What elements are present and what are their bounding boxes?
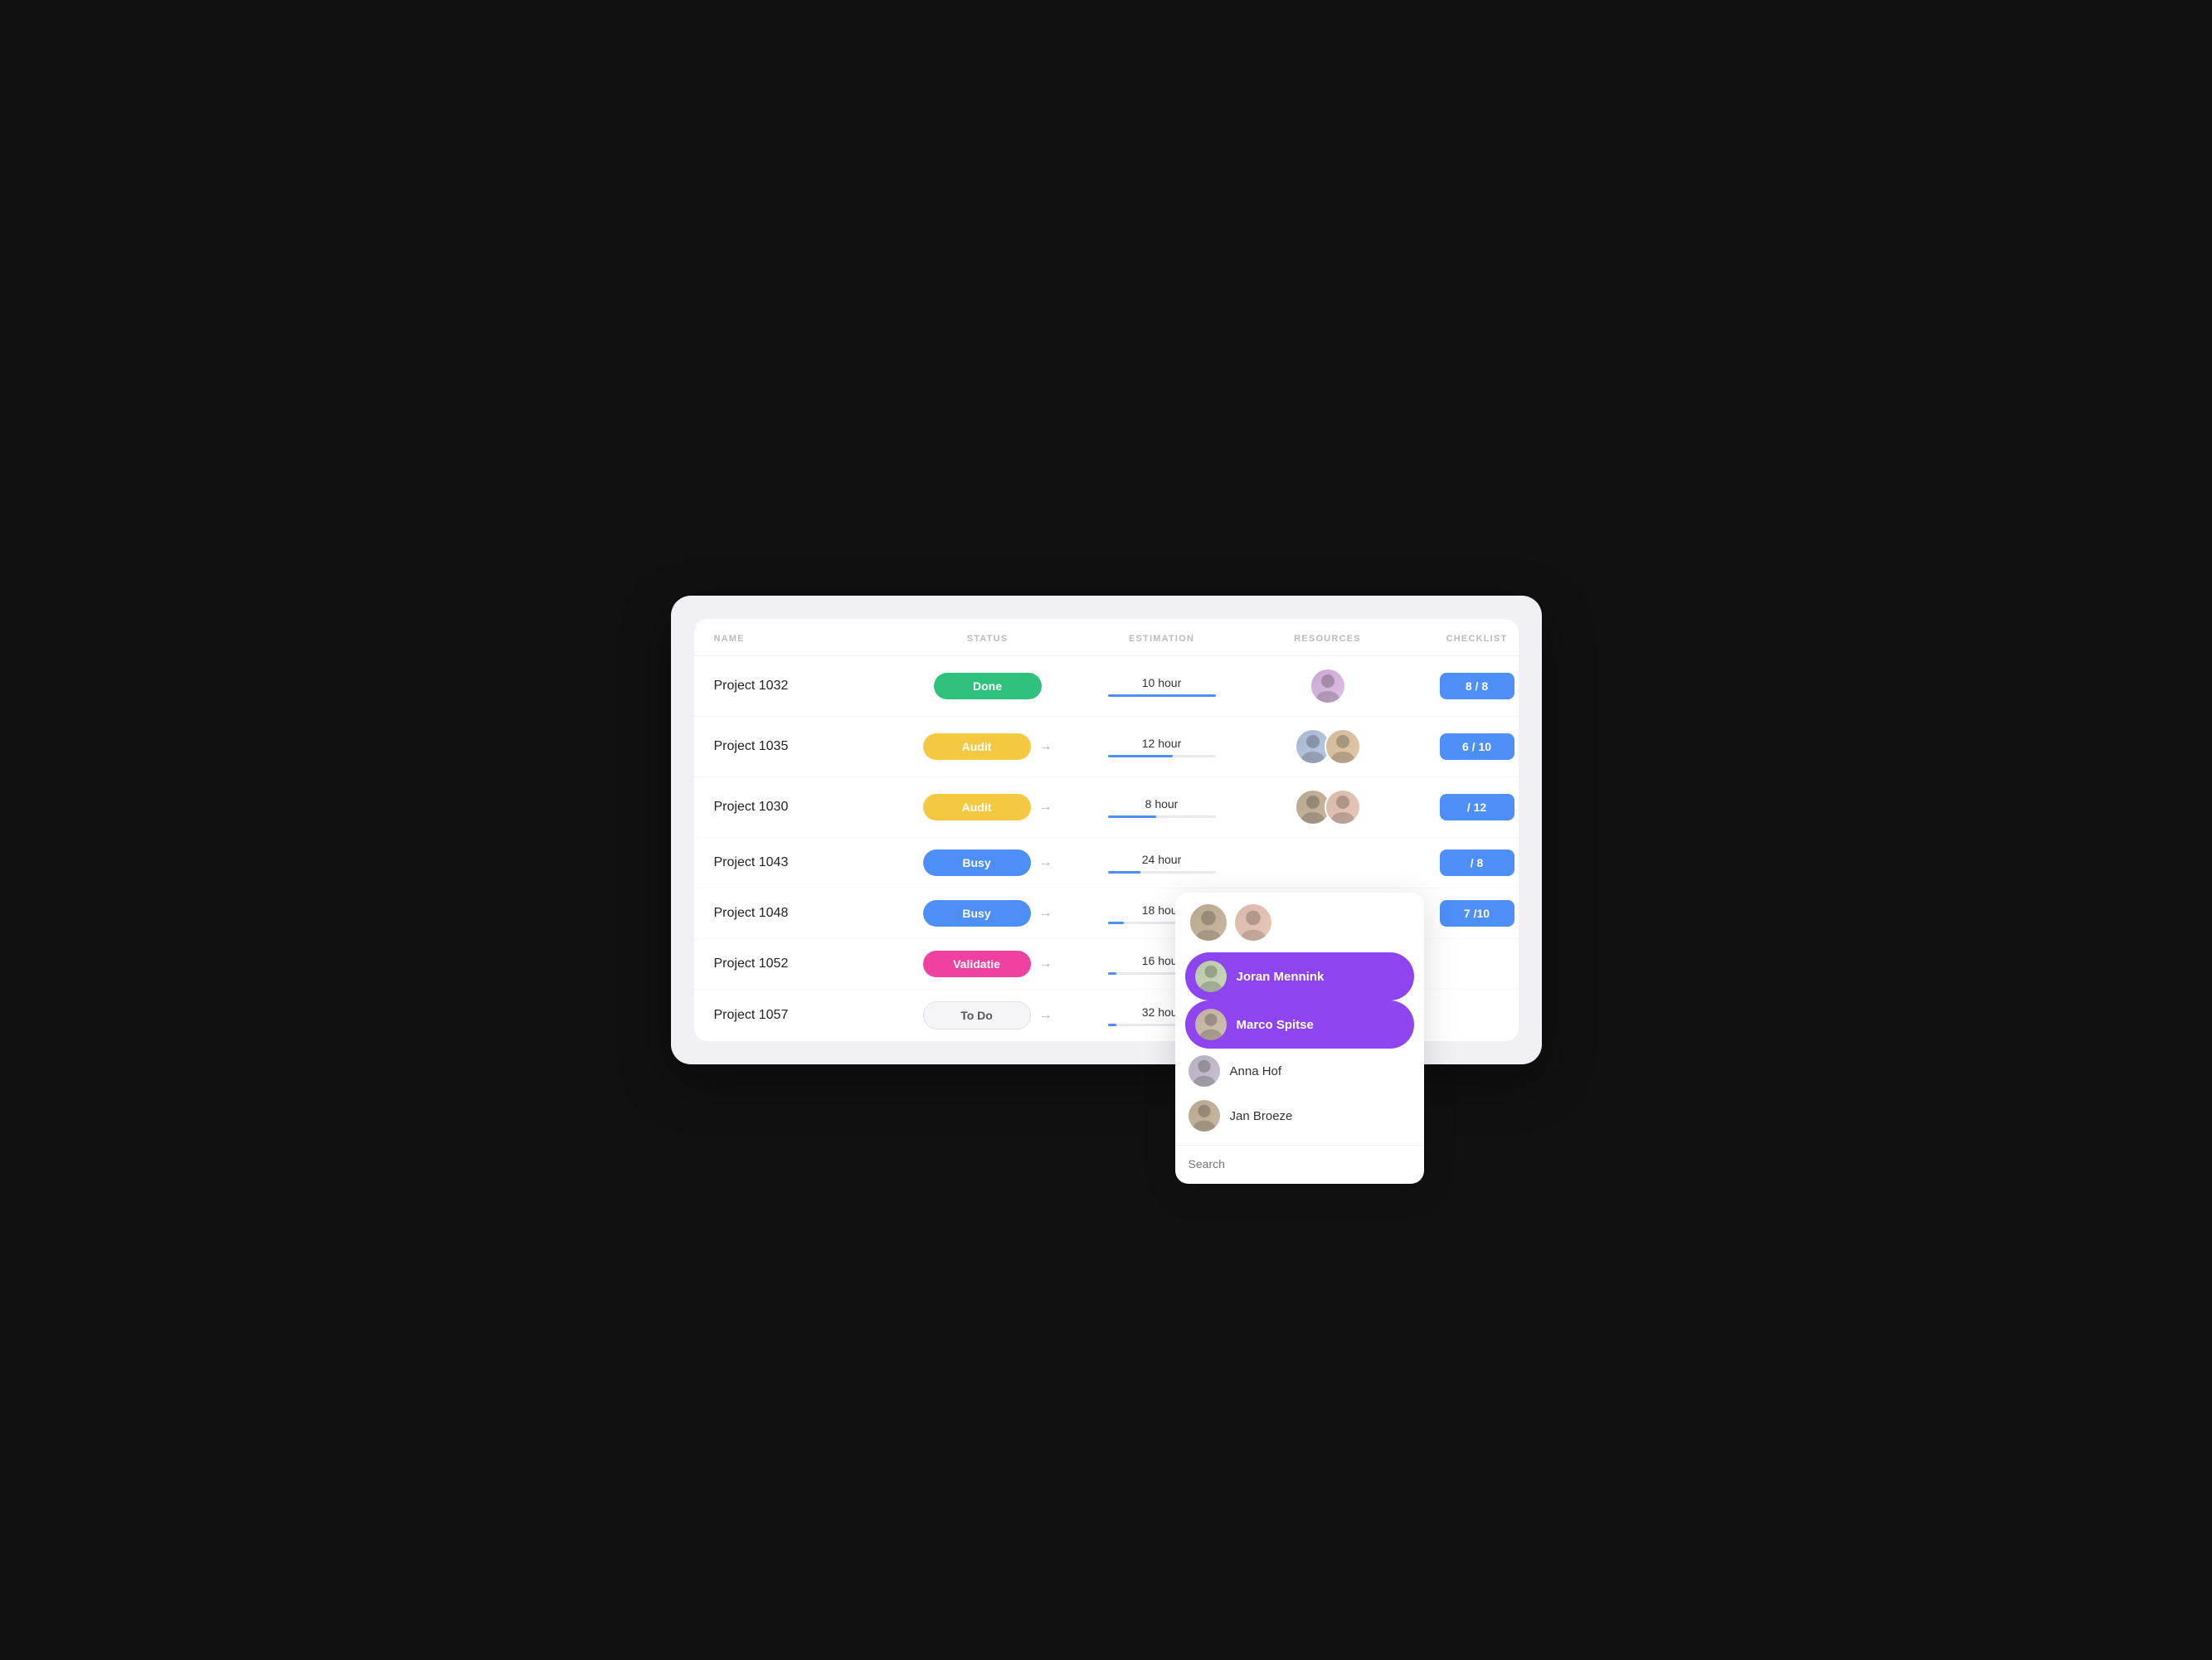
project-table: NAME STATUS ESTIMATION RESOURCES CHECKLI…: [694, 619, 1519, 1041]
avatar: [1310, 668, 1346, 704]
progress-fill: [1108, 755, 1173, 757]
project-name: Project 1052: [714, 957, 897, 971]
checklist-badge: 7 /10: [1440, 900, 1514, 927]
status-cell: Busy →: [897, 849, 1079, 876]
resources-cell[interactable]: [1245, 668, 1411, 704]
dropdown-item-name: Jan Broeze: [1230, 1109, 1293, 1123]
progress-fill: [1108, 972, 1116, 975]
dropdown-list: Joran Mennink Marco Spitse Anna Hof Jan …: [1175, 952, 1424, 1138]
avatar: [1233, 903, 1273, 942]
checklist-cell: 6 / 10: [1411, 733, 1544, 760]
col-status: STATUS: [897, 634, 1079, 644]
checklist-badge: / 12: [1440, 794, 1514, 820]
progress-track: [1108, 815, 1216, 818]
project-name: Project 1057: [714, 1008, 897, 1023]
table-row: Project 1035 Audit → 12 hour 6 / 10: [694, 717, 1519, 777]
status-cell: Validatie →: [897, 951, 1079, 977]
dropdown-item[interactable]: Joran Mennink: [1185, 952, 1414, 1000]
estimation-text: 12 hour: [1079, 737, 1245, 750]
estimation-cell: 24 hour: [1079, 853, 1245, 874]
resources-cell[interactable]: [1245, 728, 1411, 765]
status-badge[interactable]: Busy: [923, 849, 1031, 876]
col-checklist: CHECKLIST: [1411, 634, 1544, 644]
progress-fill: [1108, 1024, 1116, 1026]
estimation-cell: 12 hour: [1079, 737, 1245, 757]
status-cell: To Do →: [897, 1001, 1079, 1030]
estimation-cell: 10 hour: [1079, 676, 1245, 697]
project-name: Project 1030: [714, 800, 897, 815]
table-row: Project 1043 Busy → 24 hour / 8: [694, 838, 1519, 888]
table-header: NAME STATUS ESTIMATION RESOURCES CHECKLI…: [694, 619, 1519, 656]
resources-cell[interactable]: [1245, 789, 1411, 825]
checklist-badge: 6 / 10: [1440, 733, 1514, 760]
status-cell: Audit →: [897, 794, 1079, 820]
resources-dropdown[interactable]: Joran Mennink Marco Spitse Anna Hof Jan …: [1175, 893, 1424, 1184]
screen: NAME STATUS ESTIMATION RESOURCES CHECKLI…: [671, 596, 1542, 1064]
checklist-cell: 8 / 8: [1411, 673, 1544, 699]
status-arrow[interactable]: →: [1039, 957, 1053, 971]
status-badge[interactable]: Audit: [923, 794, 1031, 820]
avatar: [1325, 728, 1361, 765]
project-name: Project 1032: [714, 679, 897, 694]
progress-fill: [1108, 815, 1157, 818]
progress-track: [1108, 694, 1216, 697]
status-arrow[interactable]: →: [1039, 739, 1053, 754]
checklist-badge: / 8: [1440, 849, 1514, 876]
checklist-cell: 7 /10: [1411, 900, 1544, 927]
checklist-badge: 8 / 8: [1440, 673, 1514, 699]
status-badge[interactable]: Audit: [923, 733, 1031, 760]
table-row: Project 1030 Audit → 8 hour / 12: [694, 777, 1519, 838]
dropdown-item-name: Anna Hof: [1230, 1064, 1282, 1078]
checklist-cell: / 12: [1411, 794, 1544, 820]
project-name: Project 1035: [714, 739, 897, 754]
status-cell: Done: [897, 673, 1079, 699]
status-arrow[interactable]: →: [1039, 855, 1053, 870]
dropdown-item-avatar: [1189, 1100, 1220, 1132]
progress-fill: [1108, 922, 1125, 924]
checklist-cell: / 8: [1411, 849, 1544, 876]
estimation-cell: 8 hour: [1079, 797, 1245, 818]
status-arrow[interactable]: →: [1039, 800, 1053, 815]
estimation-text: 24 hour: [1079, 853, 1245, 866]
avatar: [1325, 789, 1361, 825]
dropdown-item[interactable]: Marco Spitse: [1185, 1000, 1414, 1049]
dropdown-item-name: Marco Spitse: [1237, 1018, 1314, 1032]
col-estimation: ESTIMATION: [1079, 634, 1245, 644]
status-badge[interactable]: Busy: [923, 900, 1031, 927]
status-badge[interactable]: To Do: [923, 1001, 1031, 1030]
status-arrow[interactable]: →: [1039, 906, 1053, 921]
project-name: Project 1048: [714, 906, 897, 921]
progress-track: [1108, 755, 1216, 757]
estimation-text: 8 hour: [1079, 797, 1245, 811]
dropdown-item-avatar: [1195, 961, 1227, 992]
search-bar[interactable]: [1175, 1145, 1424, 1184]
search-input[interactable]: [1189, 1157, 1411, 1171]
col-resources: RESOURCES: [1245, 634, 1411, 644]
project-name: Project 1043: [714, 855, 897, 870]
progress-fill: [1108, 871, 1140, 874]
status-cell: Busy →: [897, 900, 1079, 927]
col-name: NAME: [714, 634, 897, 644]
dropdown-top-avatars: [1175, 903, 1424, 952]
status-badge[interactable]: Done: [934, 673, 1042, 699]
dropdown-item-avatar: [1195, 1009, 1227, 1040]
progress-fill: [1108, 694, 1216, 697]
progress-track: [1108, 871, 1216, 874]
avatar: [1189, 903, 1228, 942]
status-arrow[interactable]: →: [1039, 1008, 1053, 1023]
status-cell: Audit →: [897, 733, 1079, 760]
dropdown-item-avatar: [1189, 1055, 1220, 1087]
dropdown-item[interactable]: Jan Broeze: [1175, 1093, 1424, 1138]
estimation-text: 10 hour: [1079, 676, 1245, 689]
dropdown-item[interactable]: Anna Hof: [1175, 1049, 1424, 1093]
dropdown-item-name: Joran Mennink: [1237, 970, 1325, 984]
status-badge[interactable]: Validatie: [923, 951, 1031, 977]
table-row: Project 1032 Done 10 hour 8 / 8: [694, 656, 1519, 717]
